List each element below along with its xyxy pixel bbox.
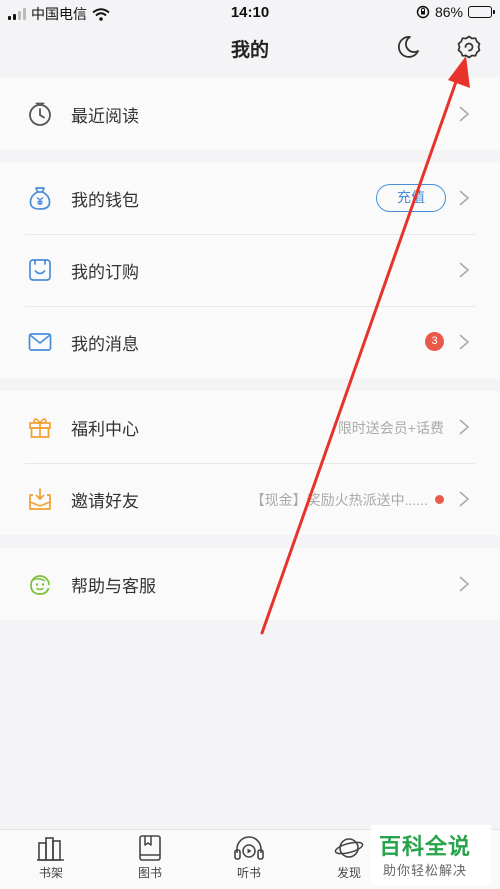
- menu-item-wallet[interactable]: 我的钱包 充值: [0, 162, 500, 234]
- gift-icon: [29, 418, 51, 438]
- moon-icon: [398, 36, 419, 58]
- recharge-button[interactable]: 充值: [376, 184, 446, 212]
- night-mode-button[interactable]: [393, 32, 423, 62]
- planet-icon: [334, 838, 364, 858]
- invite-icon: [29, 488, 51, 510]
- orientation-lock-icon: [416, 5, 430, 19]
- tab-discover[interactable]: 发现: [319, 834, 379, 881]
- tab-audiobooks[interactable]: 听书: [219, 834, 279, 881]
- settings-button[interactable]: [454, 32, 484, 62]
- menu-group-help: 帮助与客服: [0, 548, 500, 620]
- menu-item-label: 我的钱包: [71, 191, 139, 210]
- menu-item-welfare-center[interactable]: 福利中心 限时送会员+话费: [0, 391, 500, 463]
- menu-group-rewards: 福利中心 限时送会员+话费 邀请好友 【现金】奖励火热派送中......: [0, 391, 500, 535]
- promo-text: 限时送会员+话费: [337, 420, 444, 436]
- menu-item-subscriptions[interactable]: 我的订购: [0, 234, 500, 306]
- page-title: 我的: [230, 40, 269, 61]
- new-dot: [435, 495, 444, 504]
- tab-label: 发现: [336, 866, 361, 880]
- chevron-right-icon: [459, 334, 470, 350]
- clock-icon: [29, 102, 51, 126]
- menu-item-label: 我的消息: [71, 335, 139, 354]
- tab-label: 书架: [38, 866, 63, 880]
- menu-item-messages[interactable]: 我的消息 3: [0, 306, 500, 378]
- chevron-right-icon: [459, 491, 470, 507]
- chevron-right-icon: [459, 106, 470, 122]
- help-icon: [30, 575, 50, 595]
- tab-label: 听书: [236, 866, 261, 880]
- gear-icon: [457, 35, 481, 59]
- subscription-icon: [29, 259, 51, 281]
- status-bar: 中国电信 14:10 86%: [0, 0, 500, 26]
- tab-label: 图书: [137, 866, 162, 880]
- menu-item-invite-friends[interactable]: 邀请好友 【现金】奖励火热派送中......: [0, 463, 500, 535]
- unread-badge: 3: [425, 332, 444, 351]
- book-icon: [139, 835, 161, 861]
- chevron-right-icon: [459, 419, 470, 435]
- tab-bookshelf[interactable]: 书架: [21, 834, 81, 881]
- watermark-logo: 百科全说 助你轻松解决: [371, 825, 491, 885]
- watermark-title: 百科全说: [379, 834, 472, 859]
- menu-item-label: 最近阅读: [71, 107, 139, 126]
- wallet-icon: [29, 187, 51, 210]
- menu-item-label: 我的订购: [71, 263, 139, 282]
- menu-item-label: 邀请好友: [71, 492, 139, 511]
- tab-books[interactable]: 图书: [120, 834, 180, 881]
- bookshelf-icon: [37, 837, 64, 861]
- battery-icon: [468, 6, 495, 18]
- menu-item-help-support[interactable]: 帮助与客服: [0, 548, 500, 620]
- menu-item-recent-reading[interactable]: 最近阅读: [0, 78, 500, 150]
- chevron-right-icon: [459, 190, 470, 206]
- status-right: 86%: [416, 4, 495, 20]
- headphones-icon: [234, 836, 264, 860]
- chevron-right-icon: [459, 262, 470, 278]
- menu-item-label: 帮助与客服: [71, 577, 156, 596]
- menu-item-label: 福利中心: [71, 420, 139, 439]
- menu-group-account: 我的钱包 充值 我的订购 我的消息 3: [0, 162, 500, 378]
- mail-icon: [28, 333, 52, 351]
- promo-text: 【现金】奖励火热派送中......: [250, 492, 428, 508]
- chevron-right-icon: [459, 576, 470, 592]
- menu-group-recent: 最近阅读: [0, 78, 500, 150]
- header: 我的: [0, 26, 500, 70]
- battery-percent: 86%: [434, 4, 463, 20]
- watermark-subtitle: 助你轻松解决: [383, 863, 468, 878]
